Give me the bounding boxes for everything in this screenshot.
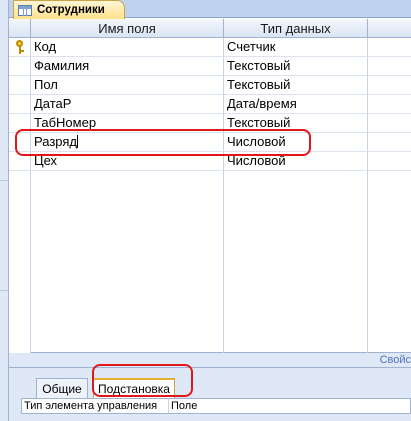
tab-general[interactable]: Общие (36, 378, 88, 398)
column-header-data-type[interactable]: Тип данных (224, 19, 368, 38)
nav-separator (0, 290, 9, 291)
row-selector[interactable] (9, 38, 31, 57)
row-selector[interactable] (9, 57, 31, 76)
primary-key-icon (15, 40, 25, 54)
data-type-cell[interactable]: Текстовый (224, 57, 368, 76)
row-selector[interactable] (9, 76, 31, 95)
document-tab-strip: Сотрудники (9, 0, 411, 19)
table-row[interactable]: Фамилия Текстовый (9, 57, 411, 76)
property-grid: Тип элемента управления Поле (21, 398, 411, 414)
description-cell[interactable] (368, 152, 411, 171)
description-cell[interactable] (368, 38, 411, 57)
data-type-cell[interactable]: Счетчик (224, 38, 368, 57)
corner-header (9, 19, 31, 38)
table-row[interactable]: Пол Текстовый (9, 76, 411, 95)
document-tab-label: Сотрудники (37, 4, 105, 16)
table-row-empty[interactable] (9, 171, 411, 353)
data-type-cell[interactable]: Дата/время (224, 95, 368, 114)
data-type-cell[interactable]: Текстовый (224, 76, 368, 95)
document-tab-sotrudniki[interactable]: Сотрудники (13, 0, 125, 19)
field-name-cell[interactable]: Фамилия (31, 57, 224, 76)
description-cell[interactable] (368, 95, 411, 114)
description-cell[interactable] (368, 133, 411, 152)
field-properties-label: Свойс (379, 354, 411, 366)
data-type-cell-empty[interactable] (224, 171, 368, 353)
navigation-pane-strip[interactable] (0, 0, 9, 421)
nav-separator (0, 180, 9, 181)
table-row[interactable]: ДатаР Дата/время (9, 95, 411, 114)
field-properties-pane: Общие Подстановка Тип элемента управлени… (9, 368, 411, 421)
field-name-cell[interactable]: ДатаР (31, 95, 224, 114)
column-header-field-name[interactable]: Имя поля (31, 19, 224, 38)
highlight-annotation-tab (92, 364, 193, 397)
field-name-cell[interactable]: Код (31, 38, 224, 57)
description-cell-empty[interactable] (368, 171, 411, 353)
table-design-grid: Имя поля Тип данных Код Счетчик Фамилия … (9, 19, 411, 353)
field-name-cell-empty[interactable] (31, 171, 224, 353)
description-cell[interactable] (368, 114, 411, 133)
property-label: Тип элемента управления (22, 399, 169, 413)
description-cell[interactable] (368, 57, 411, 76)
highlight-annotation-row (15, 129, 311, 156)
table-icon (18, 4, 32, 16)
field-properties-bar: Свойс (9, 353, 411, 368)
field-name-cell[interactable]: Пол (31, 76, 224, 95)
table-row[interactable]: Код Счетчик (9, 38, 411, 57)
property-value[interactable]: Поле (169, 399, 410, 413)
description-cell[interactable] (368, 76, 411, 95)
column-header-description[interactable] (368, 19, 411, 38)
row-selector[interactable] (9, 95, 31, 114)
